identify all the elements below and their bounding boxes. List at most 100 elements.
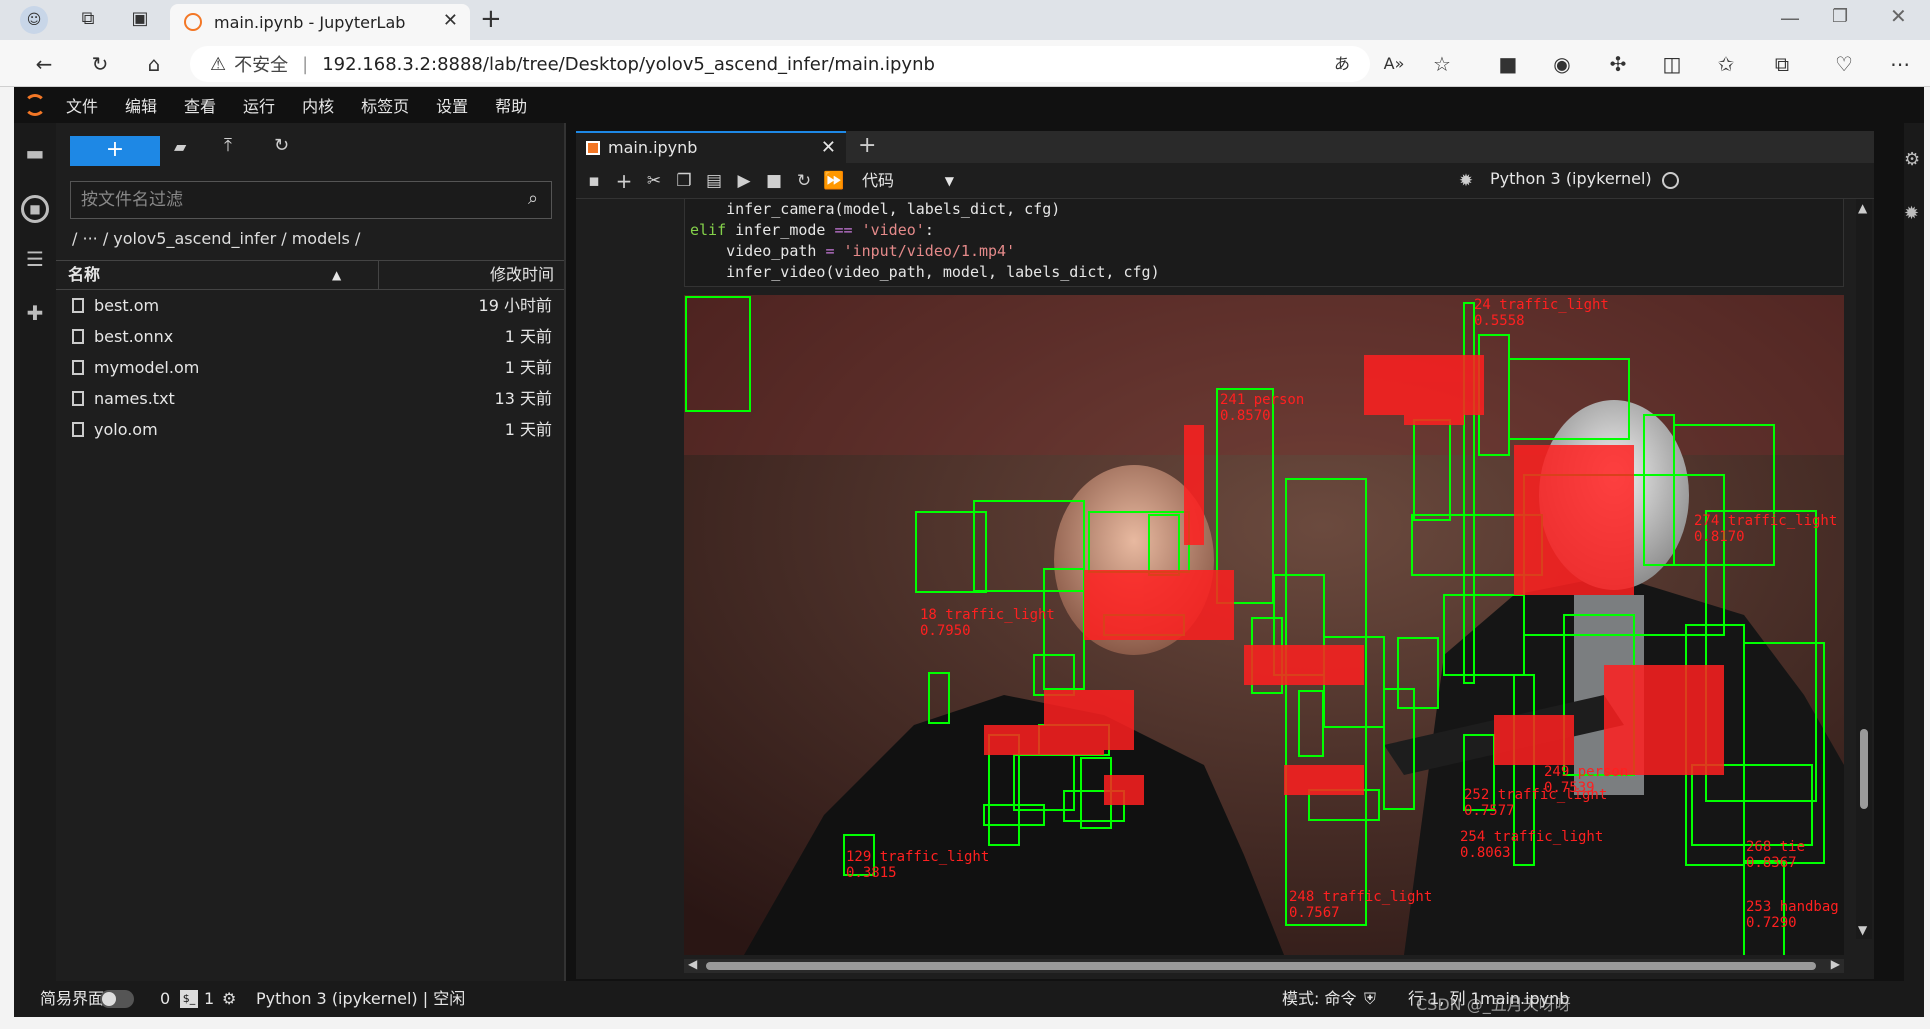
read-aloud-icon[interactable]: A» bbox=[1376, 46, 1412, 82]
menu-file[interactable]: 文件 bbox=[66, 93, 98, 117]
browser-tab[interactable]: main.ipynb - JupyterLab ✕ bbox=[170, 4, 470, 40]
edge-copilot-icon[interactable]: ◉ bbox=[1544, 46, 1580, 82]
vscroll-thumb[interactable] bbox=[1860, 729, 1868, 809]
reload-icon[interactable]: ↻ bbox=[82, 46, 118, 82]
terminal-icon[interactable]: $_ bbox=[180, 990, 198, 1008]
notebook-toolbar: ▪ + ✂ ❐ ▤ ▶ ■ ↻ ⏩ 代码 ▼ ✹ Python 3 (ipyke… bbox=[576, 163, 1874, 199]
shield-icon[interactable]: ⛨ bbox=[1364, 981, 1376, 1017]
close-window-icon[interactable]: ✕ bbox=[1890, 4, 1907, 28]
file-modified: 1 天前 bbox=[504, 358, 552, 377]
kernel-count[interactable]: 1 bbox=[204, 981, 214, 1017]
restart-icon[interactable]: ↻ bbox=[792, 169, 816, 193]
close-tab-icon[interactable]: ✕ bbox=[443, 10, 458, 31]
cell-type-select[interactable]: 代码 ▼ bbox=[862, 167, 962, 195]
save-icon[interactable]: ▪ bbox=[582, 169, 606, 193]
file-row[interactable]: best.om 19 小时前 bbox=[56, 291, 564, 321]
browser-tab-strip: ☺ ⧉ ▣ main.ipynb - JupyterLab ✕ + — ❐ ✕ bbox=[0, 0, 1930, 40]
kernel-gear-icon[interactable]: ⚙ bbox=[222, 981, 236, 1017]
score-traffic-light-129: 0.3815 bbox=[846, 865, 897, 881]
new-folder-icon[interactable]: ▰ bbox=[174, 137, 186, 156]
property-inspector-icon[interactable]: ⚙ bbox=[1904, 149, 1920, 170]
scroll-right-icon[interactable]: ▶ bbox=[1831, 957, 1840, 971]
run-all-icon[interactable]: ⏩ bbox=[822, 169, 846, 193]
file-browser: + ▰ ⤒ ↻ 按文件名过滤 ⌕ / ··· / yolov5_ascend_i… bbox=[56, 123, 566, 981]
score-traffic-light-248: 0.7567 bbox=[1289, 905, 1340, 921]
jupyter-favicon-icon bbox=[184, 13, 202, 31]
translate-icon[interactable]: あ bbox=[1324, 46, 1360, 82]
running-icon[interactable]: ■ bbox=[21, 195, 49, 223]
collections-icon[interactable]: ⧉ bbox=[1764, 46, 1800, 82]
back-icon[interactable]: ← bbox=[26, 46, 62, 82]
favorites-icon[interactable]: ✩ bbox=[1708, 46, 1744, 82]
browser-essentials-icon[interactable]: ♡ bbox=[1826, 46, 1862, 82]
kernel-status-text[interactable]: Python 3 (ipykernel) | 空闲 bbox=[256, 981, 465, 1017]
file-row[interactable]: names.txt 13 天前 bbox=[56, 384, 564, 414]
new-launcher-button[interactable]: + bbox=[70, 136, 160, 166]
maximize-icon[interactable]: ❐ bbox=[1832, 6, 1848, 27]
interrupt-icon[interactable]: ■ bbox=[762, 169, 786, 193]
extension-icon[interactable]: ■ bbox=[1490, 46, 1526, 82]
menu-view[interactable]: 查看 bbox=[184, 93, 216, 117]
scroll-left-icon[interactable]: ◀ bbox=[688, 957, 697, 971]
home-icon[interactable]: ⌂ bbox=[136, 46, 172, 82]
score-traffic-light-252: 0.7577 bbox=[1464, 803, 1515, 819]
file-row[interactable]: best.onnx 1 天前 bbox=[56, 322, 564, 352]
document-tab-bar: main.ipynb ✕ + bbox=[576, 131, 1874, 163]
url-field[interactable]: ⚠ 不安全 | 192.168.3.2:8888/lab/tree/Deskto… bbox=[190, 46, 1370, 82]
breadcrumb[interactable]: / ··· / yolov5_ascend_infer / models / bbox=[72, 226, 360, 252]
copy-icon[interactable]: ❐ bbox=[672, 169, 696, 193]
scroll-thumb[interactable] bbox=[706, 962, 1816, 970]
menu-kernel[interactable]: 内核 bbox=[302, 93, 334, 117]
menu-edit[interactable]: 编辑 bbox=[125, 93, 157, 117]
file-row[interactable]: mymodel.om 1 天前 bbox=[56, 353, 564, 383]
upload-icon[interactable]: ⤒ bbox=[224, 135, 232, 156]
workspaces-icon[interactable]: ⧉ bbox=[76, 8, 100, 32]
folder-icon[interactable]: ▬ bbox=[21, 141, 49, 169]
kernel-settings-icon[interactable]: ✹ bbox=[1454, 169, 1478, 193]
menu-help[interactable]: 帮助 bbox=[495, 93, 527, 117]
vertical-scrollbar[interactable]: ▲ ▼ bbox=[1856, 199, 1872, 939]
refresh-icon[interactable]: ↻ bbox=[274, 135, 289, 156]
file-name: best.onnx bbox=[94, 327, 174, 346]
insert-cell-icon[interactable]: + bbox=[612, 169, 636, 193]
toc-icon[interactable]: ☰ bbox=[21, 247, 49, 275]
close-tab-icon[interactable]: ✕ bbox=[821, 133, 836, 163]
terminal-count[interactable]: 0 bbox=[160, 981, 170, 1017]
more-menu-icon[interactable]: ⋯ bbox=[1882, 46, 1918, 82]
menu-run[interactable]: 运行 bbox=[243, 93, 275, 117]
scroll-down-icon[interactable]: ▼ bbox=[1858, 923, 1867, 937]
simple-mode-toggle[interactable] bbox=[100, 990, 134, 1008]
add-tab-icon[interactable]: + bbox=[858, 131, 876, 161]
code-cell[interactable]: infer_camera(model, labels_dict, cfg) eli… bbox=[684, 199, 1844, 287]
cut-icon[interactable]: ✂ bbox=[642, 169, 666, 193]
column-name[interactable]: 名称 bbox=[68, 261, 100, 289]
menu-settings[interactable]: 设置 bbox=[436, 93, 468, 117]
column-modified[interactable]: 修改时间 bbox=[490, 261, 554, 289]
kernel-name[interactable]: Python 3 (ipykernel) bbox=[1490, 169, 1652, 188]
score-person-249: 0.7539 bbox=[1544, 780, 1595, 796]
tab-main-ipynb[interactable]: main.ipynb ✕ bbox=[576, 131, 846, 163]
label-person-241: 241 person bbox=[1220, 392, 1304, 408]
sort-up-icon[interactable]: ▲ bbox=[332, 261, 341, 289]
debugger-icon[interactable]: ✹ bbox=[1904, 203, 1919, 224]
file-name: names.txt bbox=[94, 389, 175, 408]
filter-input[interactable]: 按文件名过滤 bbox=[70, 181, 552, 219]
extension-manager-icon[interactable]: ✚ bbox=[21, 301, 49, 329]
horizontal-scrollbar[interactable]: ◀ ▶ bbox=[684, 957, 1844, 973]
file-row[interactable]: yolo.om 1 天前 bbox=[56, 415, 564, 445]
new-tab-icon[interactable]: + bbox=[480, 4, 502, 34]
score-traffic-light-254: 0.8063 bbox=[1460, 845, 1511, 861]
watermark: CSDN @_五月天呀呀 bbox=[1416, 995, 1571, 1014]
blur-band bbox=[684, 295, 1844, 455]
run-icon[interactable]: ▶ bbox=[732, 169, 756, 193]
browser-profile-icon[interactable]: ☺ bbox=[20, 6, 48, 34]
minimize-icon[interactable]: — bbox=[1780, 6, 1800, 30]
paste-icon[interactable]: ▤ bbox=[702, 169, 726, 193]
tab-actions-icon[interactable]: ▣ bbox=[128, 8, 152, 32]
file-icon bbox=[72, 298, 84, 313]
favorite-star-icon[interactable]: ☆ bbox=[1424, 46, 1460, 82]
split-screen-icon[interactable]: ◫ bbox=[1654, 46, 1690, 82]
extensions-puzzle-icon[interactable]: ✣ bbox=[1600, 46, 1636, 82]
scroll-up-icon[interactable]: ▲ bbox=[1858, 201, 1867, 215]
menu-tabs[interactable]: 标签页 bbox=[361, 93, 409, 117]
